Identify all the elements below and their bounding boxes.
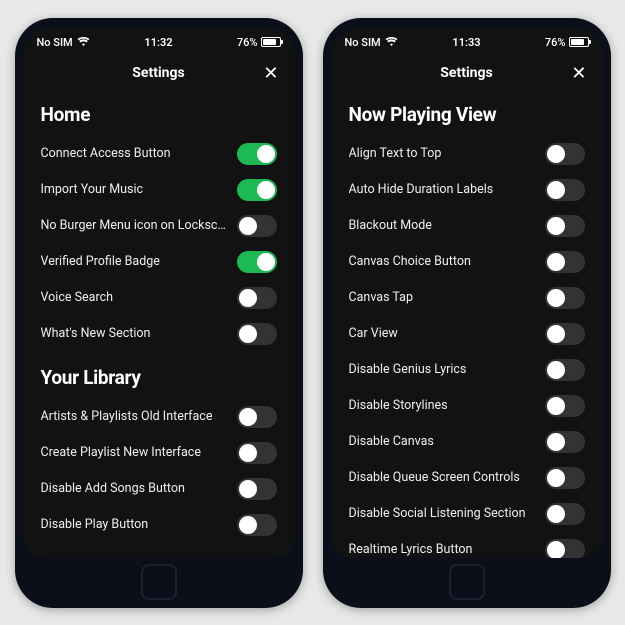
row-label: Connect Access Button xyxy=(41,146,171,161)
home-button[interactable] xyxy=(449,564,485,600)
toggle-disable-play[interactable] xyxy=(237,514,277,536)
section-title-library: Your Library xyxy=(41,366,277,389)
row-old-interface: Artists & Playlists Old Interface xyxy=(41,399,277,435)
close-icon: ✕ xyxy=(571,63,586,84)
toggle-disable-storylines[interactable] xyxy=(545,395,585,417)
clock-label: 11:32 xyxy=(144,36,172,49)
row-label: Disable Genius Lyrics xyxy=(349,362,467,377)
row-voice-search: Voice Search xyxy=(41,280,277,316)
row-car-view: Car View xyxy=(349,316,585,352)
row-blackout-mode: Blackout Mode xyxy=(349,208,585,244)
toggle-verified-badge[interactable] xyxy=(237,251,277,273)
row-whats-new: What's New Section xyxy=(41,316,277,352)
phone-right: No SIM 11:33 76% Settings ✕ Now Playing … xyxy=(323,18,611,608)
row-label: Disable Add Songs Button xyxy=(41,481,185,496)
screen: No SIM 11:33 76% Settings ✕ Now Playing … xyxy=(331,28,603,558)
toggle-old-interface[interactable] xyxy=(237,406,277,428)
row-import-music: Import Your Music xyxy=(41,172,277,208)
toggle-blackout-mode[interactable] xyxy=(545,215,585,237)
row-label: Disable Storylines xyxy=(349,398,448,413)
toggle-disable-add-songs[interactable] xyxy=(237,478,277,500)
row-disable-add-songs: Disable Add Songs Button xyxy=(41,471,277,507)
section-title-now-playing: Now Playing View xyxy=(349,103,585,126)
toggle-disable-canvas[interactable] xyxy=(545,431,585,453)
row-label: What's New Section xyxy=(41,326,151,341)
row-label: Artists & Playlists Old Interface xyxy=(41,409,213,424)
page-title: Settings xyxy=(440,65,492,81)
toggle-voice-search[interactable] xyxy=(237,287,277,309)
row-canvas-tap: Canvas Tap xyxy=(349,280,585,316)
wifi-icon xyxy=(77,37,90,47)
settings-header: Settings ✕ xyxy=(23,53,295,95)
row-label: Disable Canvas xyxy=(349,434,434,449)
row-label: Disable Play Button xyxy=(41,517,149,532)
home-button[interactable] xyxy=(141,564,177,600)
toggle-align-top[interactable] xyxy=(545,143,585,165)
row-verified-badge: Verified Profile Badge xyxy=(41,244,277,280)
row-label: No Burger Menu icon on Lockscreen xyxy=(41,218,229,233)
screen: No SIM 11:32 76% Settings ✕ Home Co xyxy=(23,28,295,558)
status-bar: No SIM 11:33 76% xyxy=(331,28,603,53)
battery-icon xyxy=(261,37,281,47)
toggle-disable-social[interactable] xyxy=(545,503,585,525)
clock-label: 11:33 xyxy=(452,36,480,49)
toggle-create-playlist[interactable] xyxy=(237,442,277,464)
settings-content[interactable]: Home Connect Access Button Import Your M… xyxy=(23,95,295,558)
row-label: Blackout Mode xyxy=(349,218,432,233)
row-label: Disable Social Listening Section xyxy=(349,506,526,521)
row-align-top: Align Text to Top xyxy=(349,136,585,172)
toggle-no-burger-menu[interactable] xyxy=(237,215,277,237)
row-no-burger-menu: No Burger Menu icon on Lockscreen xyxy=(41,208,277,244)
toggle-car-view[interactable] xyxy=(545,323,585,345)
row-label: Auto Hide Duration Labels xyxy=(349,182,494,197)
row-label: Realtime Lyrics Button xyxy=(349,542,473,557)
close-button[interactable]: ✕ xyxy=(571,65,586,83)
row-label: Canvas Choice Button xyxy=(349,254,471,269)
row-label: Voice Search xyxy=(41,290,114,305)
row-canvas-choice: Canvas Choice Button xyxy=(349,244,585,280)
row-disable-social: Disable Social Listening Section xyxy=(349,496,585,532)
toggle-whats-new[interactable] xyxy=(237,323,277,345)
settings-header: Settings ✕ xyxy=(331,53,603,95)
row-disable-queue: Disable Queue Screen Controls xyxy=(349,460,585,496)
row-create-playlist: Create Playlist New Interface xyxy=(41,435,277,471)
row-disable-genius: Disable Genius Lyrics xyxy=(349,352,585,388)
carrier-label: No SIM xyxy=(37,36,73,49)
phone-left: No SIM 11:32 76% Settings ✕ Home Co xyxy=(15,18,303,608)
toggle-connect-access[interactable] xyxy=(237,143,277,165)
row-label: Import Your Music xyxy=(41,182,144,197)
battery-icon xyxy=(569,37,589,47)
row-label: Create Playlist New Interface xyxy=(41,445,201,460)
settings-content[interactable]: Now Playing View Align Text to Top Auto … xyxy=(331,95,603,558)
row-disable-canvas: Disable Canvas xyxy=(349,424,585,460)
row-realtime-lyrics: Realtime Lyrics Button xyxy=(349,532,585,558)
battery-label: 76% xyxy=(545,36,566,49)
close-button[interactable]: ✕ xyxy=(263,65,278,83)
status-bar: No SIM 11:32 76% xyxy=(23,28,295,53)
toggle-import-music[interactable] xyxy=(237,179,277,201)
row-connect-access: Connect Access Button xyxy=(41,136,277,172)
battery-label: 76% xyxy=(237,36,258,49)
row-auto-hide-duration: Auto Hide Duration Labels xyxy=(349,172,585,208)
page-title: Settings xyxy=(132,65,184,81)
carrier-label: No SIM xyxy=(345,36,381,49)
row-label: Disable Queue Screen Controls xyxy=(349,470,520,485)
wifi-icon xyxy=(385,37,398,47)
toggle-disable-genius[interactable] xyxy=(545,359,585,381)
row-label: Verified Profile Badge xyxy=(41,254,160,269)
toggle-disable-queue[interactable] xyxy=(545,467,585,489)
toggle-canvas-choice[interactable] xyxy=(545,251,585,273)
row-label: Align Text to Top xyxy=(349,146,442,161)
toggle-auto-hide-duration[interactable] xyxy=(545,179,585,201)
toggle-canvas-tap[interactable] xyxy=(545,287,585,309)
row-label: Canvas Tap xyxy=(349,290,414,305)
section-title-home: Home xyxy=(41,103,277,126)
row-disable-storylines: Disable Storylines xyxy=(349,388,585,424)
row-disable-play: Disable Play Button xyxy=(41,507,277,543)
row-label: Car View xyxy=(349,326,398,341)
close-icon: ✕ xyxy=(263,63,278,84)
toggle-realtime-lyrics[interactable] xyxy=(545,539,585,558)
